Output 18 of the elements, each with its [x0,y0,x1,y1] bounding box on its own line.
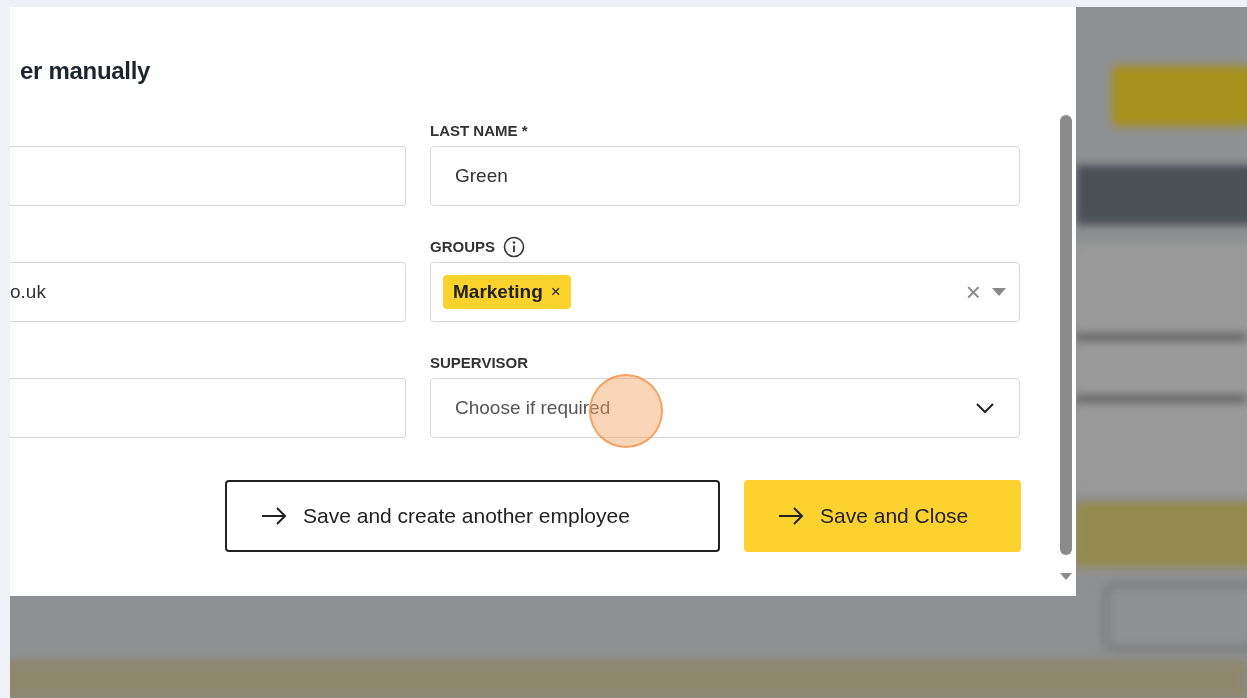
arrow-right-icon [261,506,287,526]
caret-down-icon [991,287,1007,297]
field-label: SUPERVISOR [430,354,529,371]
field-label: GROUPS [430,238,495,255]
save-another-button[interactable]: Save and create another employee [225,480,720,552]
chevron-down-icon [975,402,995,414]
text-field[interactable]: Green [430,146,1020,206]
arrow-right-icon [778,506,804,526]
text-field[interactable] [10,378,406,438]
group-tag: Marketing × [443,275,571,309]
field-label: LAST NAME * [430,122,528,139]
scroll-down-icon[interactable] [1060,573,1072,581]
text-field[interactable]: o.uk [10,262,406,322]
save-close-button[interactable]: Save and Close [744,480,1021,552]
scrollbar-thumb[interactable] [1060,115,1072,555]
dialog-title: er manually [20,57,152,85]
text-field[interactable] [10,146,406,206]
groups-select[interactable]: Marketing × × [430,262,1020,322]
